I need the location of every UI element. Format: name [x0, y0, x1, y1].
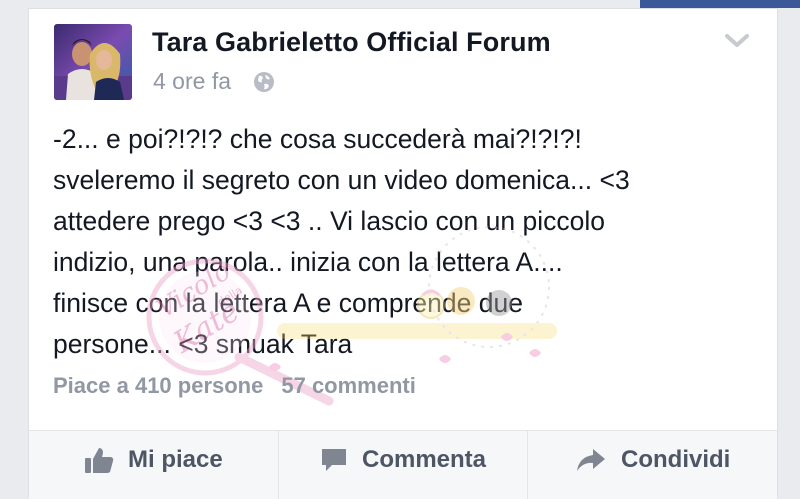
post-message-line: indizio, una parola.. inizia con la lett… [53, 247, 563, 277]
action-bar: Mi piace Commenta Condividi [29, 430, 777, 499]
post-message-line: attedere prego <3 <3 .. Vi lascio con un… [53, 206, 605, 236]
post-options-chevron-icon[interactable] [725, 33, 749, 54]
like-button[interactable]: Mi piace [29, 431, 279, 499]
globe-icon[interactable] [253, 71, 275, 93]
post-stats: Piace a 410 persone 57 commenti [53, 373, 416, 399]
share-arrow-icon [577, 449, 606, 471]
page-avatar[interactable] [54, 24, 132, 100]
post-message-line: persone... <3 smuak Tara [53, 329, 353, 359]
post-meta: 4 ore fa [153, 68, 275, 95]
top-nav-accent [640, 0, 800, 8]
post-message: -2... e poi?!?!? che cosa succederà mai?… [53, 119, 753, 365]
share-button[interactable]: Condividi [528, 431, 777, 499]
post-card: Tara Gabrieletto Official Forum 4 ore fa… [28, 8, 778, 499]
comment-button[interactable]: Commenta [279, 431, 529, 499]
comment-label: Commenta [361, 446, 487, 473]
post-message-line: sveleremo il segreto con un video domeni… [53, 165, 630, 195]
post-message-line: -2... e poi?!?!? che cosa succederà mai?… [53, 124, 582, 154]
like-label: Mi piace [127, 446, 223, 473]
page-name[interactable]: Tara Gabrieletto Official Forum [152, 27, 551, 58]
comments-count-link[interactable]: 57 commenti [281, 373, 416, 399]
likes-count-link[interactable]: Piace a 410 persone [53, 373, 263, 399]
avatar-photo [54, 24, 132, 100]
share-label: Condividi [621, 446, 731, 473]
post-timestamp[interactable]: 4 ore fa [153, 68, 231, 95]
thumbs-up-icon [84, 448, 114, 473]
comment-icon [321, 449, 346, 471]
post-message-line: finisce con la lettera A e comprende due [53, 288, 523, 318]
